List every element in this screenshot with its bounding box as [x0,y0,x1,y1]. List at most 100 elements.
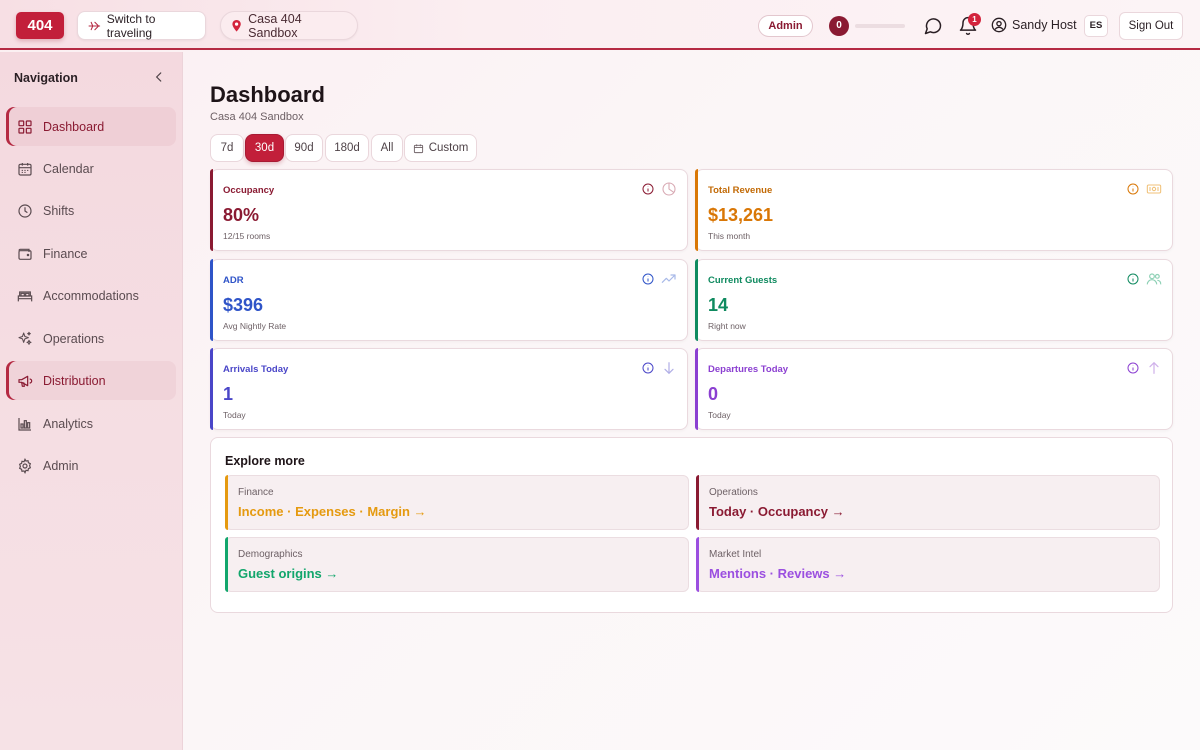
explore-title: Explore more [225,454,305,468]
sidebar-item-distribution[interactable]: Distribution [6,361,176,400]
sidebar-item-finance[interactable]: Finance [6,234,176,273]
range-180d-button[interactable]: 180d [325,134,369,162]
card-value: $13,261 [708,205,774,225]
kpi-card-current-guests[interactable]: Current Guests 14 Right now [695,259,1173,341]
kpi-card-occupancy[interactable]: Occupancy 80% 12/15 rooms [210,169,688,251]
arrow-up-icon [1149,361,1159,374]
range-custom-button[interactable]: Custom [404,134,477,162]
info-icon[interactable] [1127,273,1139,285]
range-7d-button[interactable]: 7d [210,134,244,162]
sidebar-item-label: Admin [43,458,79,473]
explore-link-text[interactable]: Today · Occupancy → [709,504,845,519]
calendar-icon [18,162,32,176]
info-icon[interactable] [1127,362,1139,374]
progress-bar [855,24,905,28]
trend-up-icon [661,274,676,283]
card-value: 1 [223,384,234,404]
info-icon[interactable] [642,362,654,374]
gear-icon [18,457,32,474]
sidebar-item-dashboard[interactable]: Dashboard [6,107,176,146]
range-90d-button[interactable]: 90d [285,134,323,162]
kpi-card-departures-today[interactable]: Departures Today 0 Today [695,348,1173,430]
card-accent [210,348,213,430]
calendar-icon [413,143,423,153]
card-value: 80% [223,205,260,225]
sidebar-item-label: Distribution [43,373,106,388]
card-subtext: Today [708,410,731,420]
chat-icon[interactable] [923,16,943,36]
page-title: Dashboard [210,82,325,107]
card-subtext: This month [708,231,751,241]
bed-icon [17,290,33,301]
grid-icon [18,119,32,134]
top-bar: 404 Switch to traveling Casa 404 Sandbox… [0,0,1200,50]
sidebar: Navigation Dashboard Calendar Shifts Fin… [0,52,183,750]
user-name[interactable]: Sandy Host [1012,18,1077,32]
explore-link-demographics[interactable]: Demographics Guest origins → [225,537,689,592]
explore-link-text[interactable]: Mentions · Reviews → [709,566,846,581]
arrow-down-icon [664,362,674,375]
sidebar-item-label: Dashboard [43,119,105,134]
card-label: Total Revenue [708,185,773,196]
card-accent [210,259,213,341]
bar-chart-icon [18,417,31,431]
card-subtext: 12/15 rooms [223,231,271,241]
info-icon[interactable] [642,273,654,285]
switch-to-traveling-button[interactable]: Switch to traveling [77,11,206,40]
sidebar-item-operations[interactable]: Operations [6,319,176,358]
explore-link-operations[interactable]: Operations Today · Occupancy → [696,475,1160,530]
explore-link-finance[interactable]: Finance Income · Expenses · Margin → [225,475,689,530]
sidebar-item-label: Calendar [43,161,94,176]
property-label: Casa 404 Sandbox [248,11,302,40]
explore-label: Demographics [238,549,303,560]
sidebar-item-shifts[interactable]: Shifts [6,191,176,230]
card-accent [210,169,213,251]
sidebar-item-label: Operations [43,331,105,346]
sidebar-item-label: Accommodations [43,288,139,303]
card-value: 14 [708,295,729,315]
switch-label: Switch to traveling [106,11,156,40]
card-label: ADR [223,275,244,286]
chevron-left-icon[interactable] [152,70,166,84]
sidebar-item-analytics[interactable]: Analytics [6,404,176,443]
explore-more-panel: Explore more Finance Income · Expenses ·… [210,437,1173,613]
wallet-icon [18,248,32,260]
page-subtitle: Casa 404 Sandbox [210,111,304,123]
sidebar-item-accommodations[interactable]: Accommodations [6,276,176,315]
app-logo[interactable]: 404 [16,12,64,39]
explore-link-text[interactable]: Income · Expenses · Margin → [238,504,427,519]
custom-range-label: Custom [428,142,469,154]
sidebar-item-label: Analytics [43,416,94,431]
explore-label: Finance [238,487,274,498]
range-30d-button[interactable]: 30d [245,134,284,162]
card-subtext: Right now [708,321,746,331]
notification-badge: 1 [968,13,981,26]
kpi-card-total-revenue[interactable]: Total Revenue $13,261 This month [695,169,1173,251]
card-accent [695,169,698,251]
banknote-icon [1146,184,1162,194]
info-icon[interactable] [642,183,654,195]
language-switch[interactable]: ES [1084,15,1108,37]
explore-link-text[interactable]: Guest origins → [238,566,338,581]
megaphone-icon [18,375,33,387]
sidebar-item-calendar[interactable]: Calendar [6,149,176,188]
sidebar-item-label: Finance [43,246,88,261]
info-icon[interactable] [1127,183,1139,195]
property-selector[interactable]: Casa 404 Sandbox [220,11,358,40]
card-value: $396 [223,295,264,315]
sign-out-button[interactable]: Sign Out [1119,12,1183,40]
card-accent [225,475,228,530]
clock-icon [18,203,32,218]
card-accent [225,537,228,592]
card-label: Departures Today [708,364,789,375]
explore-label: Operations [709,487,758,498]
kpi-card-adr[interactable]: ADR $396 Avg Nightly Rate [210,259,688,341]
map-pin-icon [232,19,241,32]
explore-link-market-intel[interactable]: Market Intel Mentions · Reviews → [696,537,1160,592]
range-all-button[interactable]: All [371,134,403,162]
kpi-card-arrivals-today[interactable]: Arrivals Today 1 Today [210,348,688,430]
user-circle-icon[interactable] [991,17,1007,33]
card-label: Current Guests [708,275,778,286]
sidebar-item-admin[interactable]: Admin [6,446,176,485]
sidebar-item-label: Shifts [43,203,75,218]
